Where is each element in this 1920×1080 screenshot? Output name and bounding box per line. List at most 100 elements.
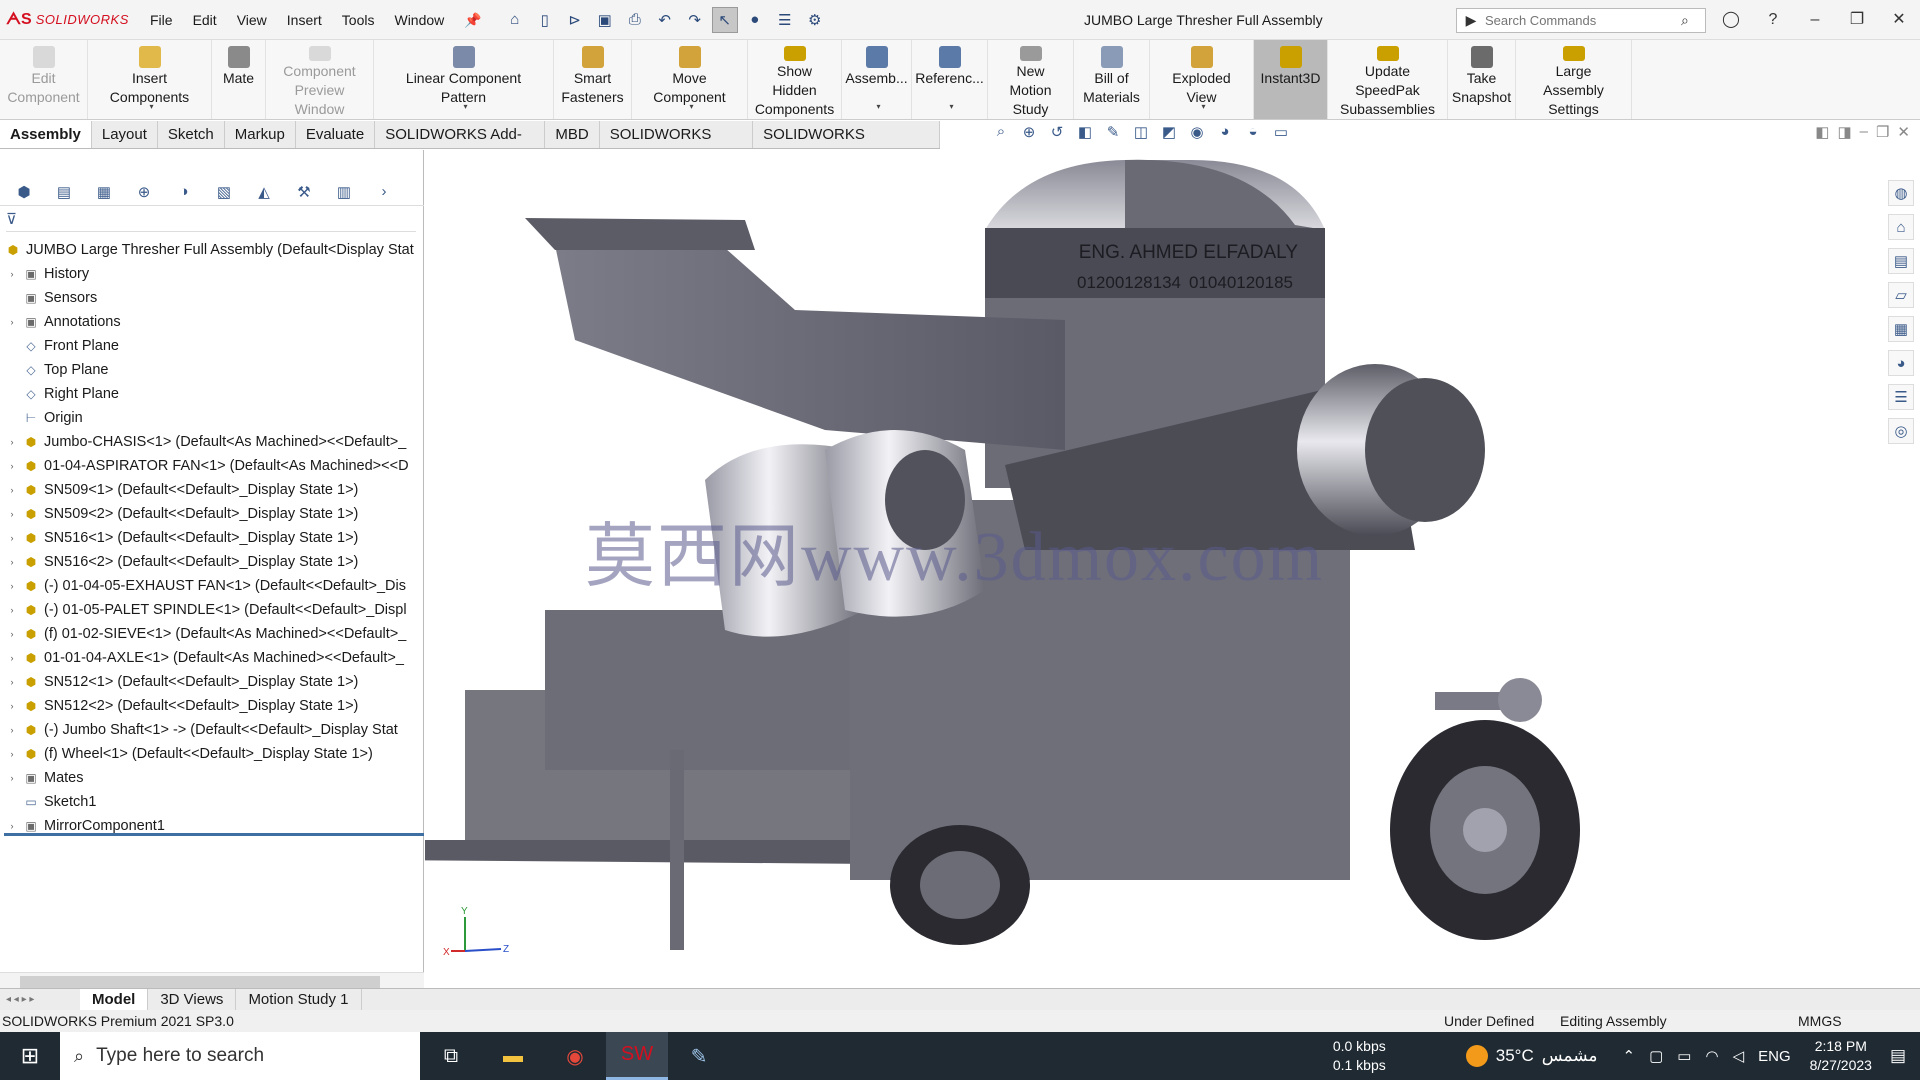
viewport-restore-icon[interactable]: ❐ bbox=[1876, 123, 1889, 141]
tree-item[interactable]: › ⬢ 01-04-ASPIRATOR FAN<1> (Default<As Mac… bbox=[0, 454, 424, 478]
edit-component-button[interactable]: Edit Component bbox=[0, 40, 88, 119]
redo-icon[interactable]: ↷ bbox=[682, 7, 708, 33]
expand-arrow-icon[interactable]: › bbox=[6, 437, 18, 447]
expand-arrow-icon[interactable]: › bbox=[6, 461, 18, 471]
mate-button[interactable]: Mate bbox=[212, 40, 266, 119]
apply-scene-icon[interactable]: ◒ bbox=[1242, 123, 1264, 145]
tree-item[interactable]: ⊢ Origin bbox=[0, 406, 424, 430]
tree-item[interactable]: › ⬢ (f) Wheel<1> (Default<<Default>_Displa… bbox=[0, 742, 424, 766]
print-icon[interactable]: ⎙ bbox=[622, 7, 648, 33]
tree-item[interactable]: › ⬢ SN509<2> (Default<<Default>_Display St… bbox=[0, 502, 424, 526]
previous-view-icon[interactable]: ↺ bbox=[1046, 123, 1068, 145]
tree-item[interactable]: › ⬢ (-) Jumbo Shaft<1> -> (Default<<Defaul… bbox=[0, 718, 424, 742]
design-library-icon[interactable]: ▤ bbox=[1888, 248, 1914, 274]
dropdown-arrow-icon[interactable]: ▾ bbox=[950, 97, 954, 116]
expand-arrow-icon[interactable]: › bbox=[6, 821, 18, 831]
expand-arrow-icon[interactable]: › bbox=[6, 509, 18, 519]
tree-root-assembly[interactable]: ⬢ JUMBO Large Thresher Full Assembly (De… bbox=[0, 238, 424, 262]
meet-now-icon[interactable]: ▢ bbox=[1649, 1047, 1663, 1065]
take-snapshot-button[interactable]: Take Snapshot bbox=[1448, 40, 1516, 119]
dropdown-arrow-icon[interactable]: ▾ bbox=[150, 97, 154, 116]
file-explorer-icon[interactable]: ▬ bbox=[482, 1032, 544, 1080]
taskbar-search[interactable]: ⌕ Type here to search bbox=[60, 1032, 420, 1080]
tree-item[interactable]: ◇ Front Plane bbox=[0, 334, 424, 358]
tab-addins[interactable]: SOLIDWORKS Add-Ins bbox=[375, 121, 546, 170]
expand-arrow-icon[interactable]: › bbox=[6, 701, 18, 711]
tree-item[interactable]: › ▣ History bbox=[0, 262, 424, 286]
property-manager-icon[interactable]: ▤ bbox=[50, 181, 78, 203]
menu-insert[interactable]: Insert bbox=[277, 0, 332, 40]
tree-rollback-bar[interactable] bbox=[4, 833, 424, 836]
cam-operation-tree-icon[interactable]: ◭ bbox=[250, 181, 278, 203]
tab-layout[interactable]: Layout bbox=[92, 121, 158, 148]
hopper-lip[interactable] bbox=[525, 218, 755, 250]
left-wheel-rim[interactable] bbox=[920, 851, 1000, 919]
chrome-icon[interactable]: ◉ bbox=[544, 1032, 606, 1080]
component-preview-window-button[interactable]: Component Preview Window bbox=[266, 40, 374, 119]
smart-fasteners-button[interactable]: Smart Fasteners bbox=[554, 40, 632, 119]
update-speedpak-button[interactable]: Update SpeedPak Subassemblies bbox=[1328, 40, 1448, 119]
close-button[interactable]: ✕ bbox=[1878, 0, 1920, 40]
tree-item[interactable]: › ⬢ (-) 01-05-PALET SPINDLE<1> (Default<<D… bbox=[0, 598, 424, 622]
expand-arrow-icon[interactable]: › bbox=[6, 749, 18, 759]
inspection-icon[interactable]: ▥ bbox=[330, 181, 358, 203]
menu-view[interactable]: View bbox=[227, 0, 277, 40]
expand-arrow-icon[interactable]: › bbox=[6, 269, 18, 279]
dropdown-arrow-icon[interactable]: ▾ bbox=[1202, 97, 1206, 116]
file-properties-icon[interactable]: ☰ bbox=[772, 7, 798, 33]
help-icon[interactable]: ? bbox=[1752, 0, 1794, 40]
tree-item[interactable]: ◇ Top Plane bbox=[0, 358, 424, 382]
tree-item[interactable]: › ⬢ 01-01-04-AXLE<1> (Default<As Machined>… bbox=[0, 646, 424, 670]
home-icon[interactable]: ⌂ bbox=[502, 7, 528, 33]
tree-item[interactable]: › ⬢ (f) 01-02-SIEVE<1> (Default<As Machine… bbox=[0, 622, 424, 646]
tab-inspection[interactable]: SOLIDWORKS Inspection bbox=[753, 121, 940, 170]
home-icon[interactable]: ⌂ bbox=[1888, 214, 1914, 240]
solidworks-taskbar-icon[interactable]: SW bbox=[606, 1032, 668, 1080]
tree-item[interactable]: › ⬢ SN512<2> (Default<<Default>_Display St… bbox=[0, 694, 424, 718]
insert-components-button[interactable]: Insert Components ▾ bbox=[88, 40, 212, 119]
battery-icon[interactable]: ▭ bbox=[1677, 1047, 1691, 1065]
restore-button[interactable]: ❐ bbox=[1836, 0, 1878, 40]
section-view-icon[interactable]: ◧ bbox=[1074, 123, 1096, 145]
expand-arrow-icon[interactable]: › bbox=[6, 629, 18, 639]
tree-item[interactable]: ▭ Sketch1 bbox=[0, 790, 424, 814]
search-commands-box[interactable]: ▶ ⌕ bbox=[1456, 8, 1706, 33]
display-manager-icon[interactable]: ◑ bbox=[170, 181, 198, 203]
options-gear-icon[interactable]: ⚙ bbox=[802, 7, 828, 33]
expand-arrow-icon[interactable]: › bbox=[6, 533, 18, 543]
cam-feature-tree-icon[interactable]: ▧ bbox=[210, 181, 238, 203]
expand-arrow-icon[interactable]: › bbox=[6, 317, 18, 327]
linear-component-pattern-button[interactable]: Linear Component Pattern ▾ bbox=[374, 40, 554, 119]
menu-window[interactable]: Window bbox=[384, 0, 454, 40]
solidworks-logo[interactable]: ᗅS SOLIDWORKS bbox=[0, 0, 140, 40]
viewport-minimize-icon[interactable]: – bbox=[1860, 123, 1868, 141]
zoom-to-area-icon[interactable]: ⊕ bbox=[1018, 123, 1040, 145]
tab-model[interactable]: Model bbox=[80, 989, 149, 1010]
wifi-icon[interactable]: ◠ bbox=[1705, 1047, 1718, 1065]
tree-item[interactable]: › ⬢ SN509<1> (Default<<Default>_Display St… bbox=[0, 478, 424, 502]
wheel-hub[interactable] bbox=[1463, 808, 1507, 852]
tab-mbd[interactable]: MBD bbox=[545, 121, 600, 148]
expand-arrow-icon[interactable]: › bbox=[6, 485, 18, 495]
tree-item[interactable]: ◇ Right Plane bbox=[0, 382, 424, 406]
paint-icon[interactable]: ✎ bbox=[668, 1032, 730, 1080]
configuration-manager-icon[interactable]: ▦ bbox=[90, 181, 118, 203]
new-document-icon[interactable]: ▯ bbox=[532, 7, 558, 33]
menu-edit[interactable]: Edit bbox=[183, 0, 227, 40]
scrollbar-thumb[interactable] bbox=[20, 976, 380, 988]
jack-stand[interactable] bbox=[670, 750, 684, 950]
move-component-button[interactable]: Move Component ▾ bbox=[632, 40, 748, 119]
expand-arrow-icon[interactable]: › bbox=[6, 725, 18, 735]
search-icon[interactable]: ⌕ bbox=[1681, 12, 1705, 29]
split-view-icon[interactable]: ◧ bbox=[1815, 123, 1829, 141]
expand-arrow-icon[interactable]: › bbox=[6, 773, 18, 783]
solidworks-resources-icon[interactable]: ◍ bbox=[1888, 180, 1914, 206]
open-folder-icon[interactable]: ⊳ bbox=[562, 7, 588, 33]
clock[interactable]: 2:18 PM 8/27/2023 bbox=[1810, 1037, 1872, 1075]
tree-item[interactable]: › ⬢ (-) 01-04-05-EXHAUST FAN<1> (Default<<… bbox=[0, 574, 424, 598]
forum-icon[interactable]: ◎ bbox=[1888, 418, 1914, 444]
tree-item[interactable]: › ⬢ SN516<1> (Default<<Default>_Display St… bbox=[0, 526, 424, 550]
tab-sketch[interactable]: Sketch bbox=[158, 121, 225, 148]
tree-item[interactable]: › ▣ Annotations bbox=[0, 310, 424, 334]
view-palette-icon[interactable]: ▦ bbox=[1888, 316, 1914, 342]
